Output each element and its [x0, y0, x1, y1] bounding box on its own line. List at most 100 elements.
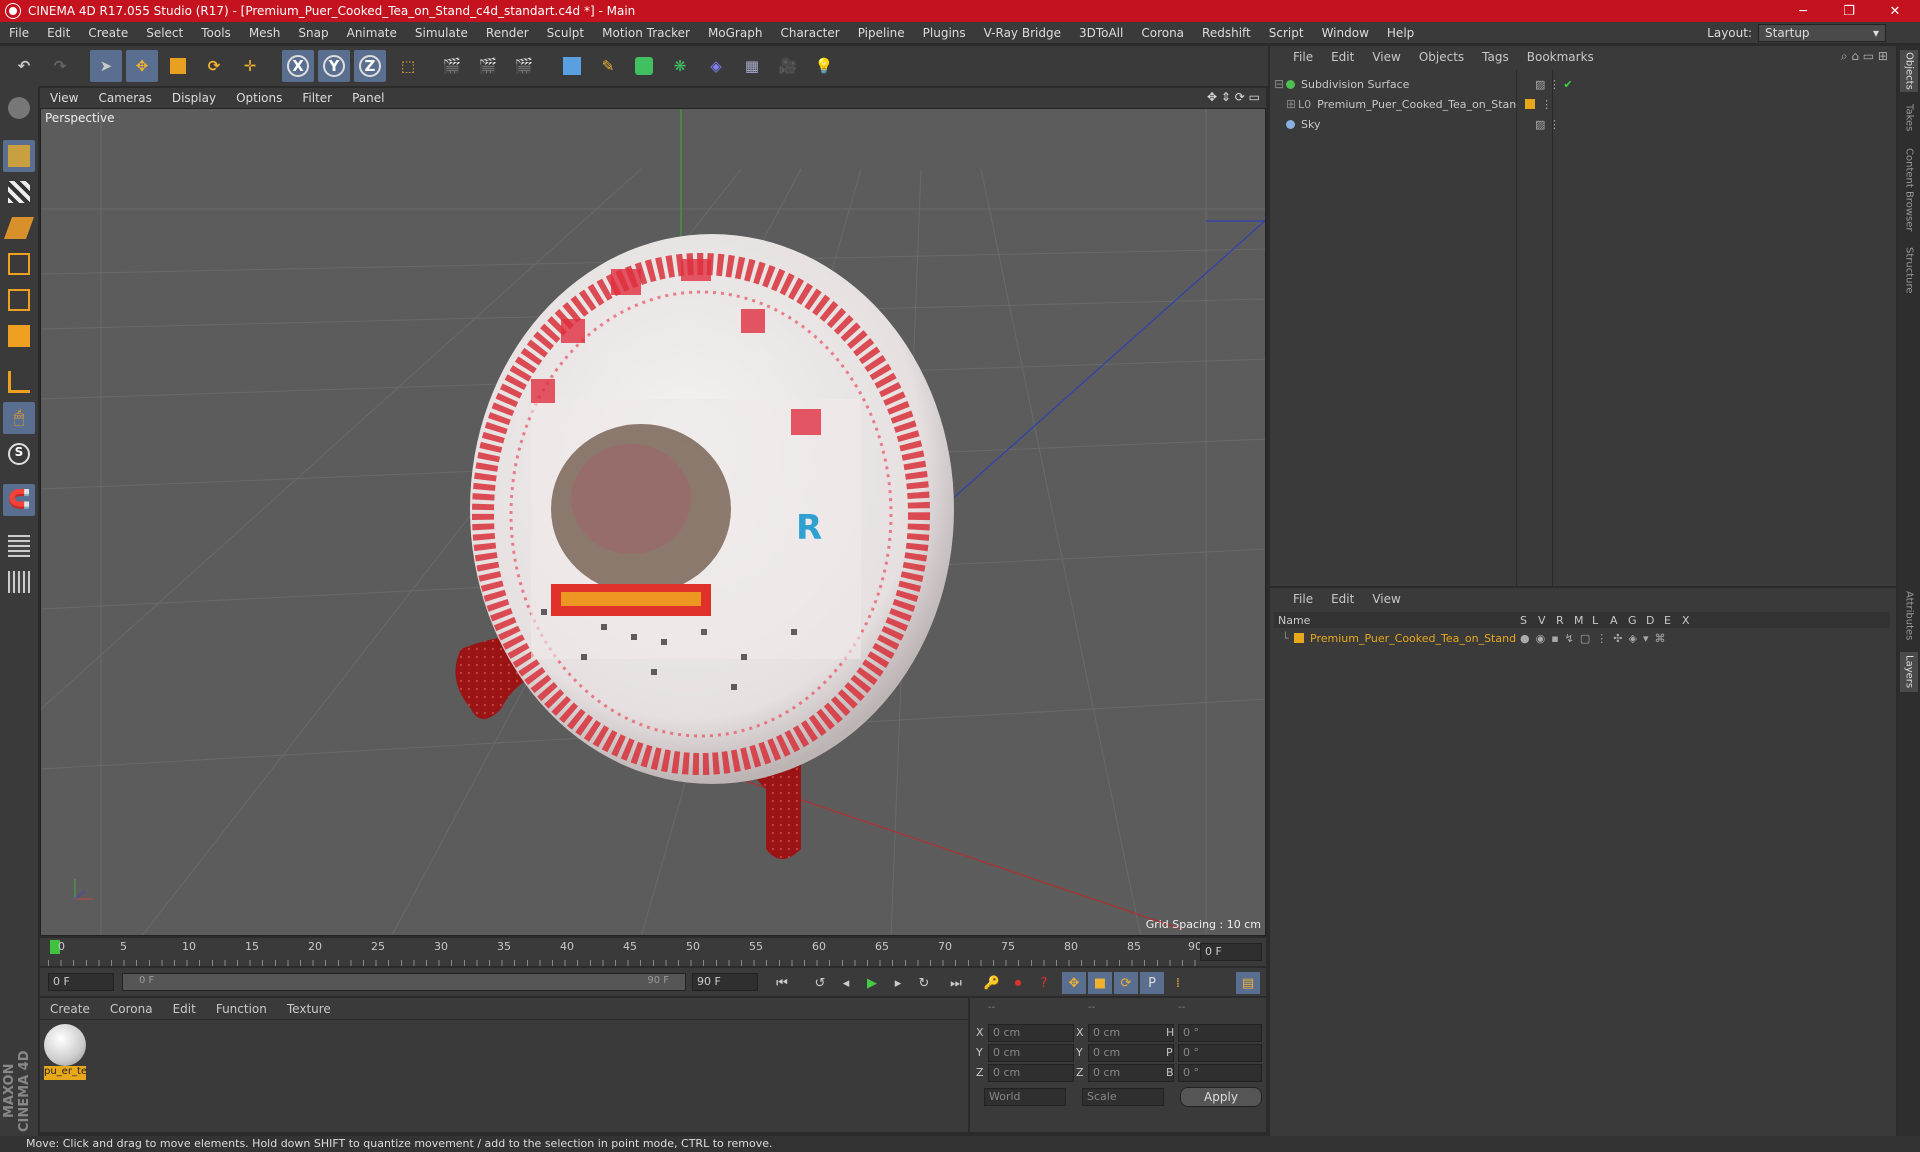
layer-color-swatch[interactable] [1294, 633, 1304, 643]
viewport-menu-display[interactable]: Display [162, 91, 226, 105]
subdivision-button[interactable] [628, 50, 660, 82]
light-button[interactable]: 💡 [808, 50, 840, 82]
menu-animate[interactable]: Animate [338, 26, 406, 40]
column-deformers[interactable]: D [1646, 614, 1664, 627]
size-x-field[interactable]: 0 cm [1088, 1024, 1174, 1042]
workplane-lock-button[interactable] [3, 530, 35, 562]
undo-button[interactable]: ↶ [8, 50, 40, 82]
y-axis-button[interactable]: Y [318, 50, 350, 82]
render-to-picture-viewer-button[interactable]: 🎬 [472, 50, 504, 82]
tab-objects[interactable]: Objects [1900, 50, 1918, 92]
layer-toggles[interactable]: ●◉▪↯▢⋮✣◈▾⌘ [1520, 632, 1671, 645]
previous-key-button[interactable]: ↺ [808, 972, 832, 994]
key-pla-button[interactable]: ⁞ [1166, 972, 1190, 994]
menu-create[interactable]: Create [79, 26, 137, 40]
object-flags[interactable]: ▨ ⋮ [1535, 118, 1560, 131]
material-menu-edit[interactable]: Edit [163, 1002, 206, 1016]
viewport-menu-panel[interactable]: Panel [342, 91, 394, 105]
menu-plugins[interactable]: Plugins [914, 26, 975, 40]
apply-button[interactable]: Apply [1180, 1087, 1262, 1107]
objects-menu-file[interactable]: File [1284, 50, 1322, 64]
live-selection-button[interactable]: ➤ [90, 50, 122, 82]
3d-viewport[interactable]: R Perspective Grid Spacing : 10 cm [40, 108, 1266, 936]
viewport-menu-filter[interactable]: Filter [292, 91, 342, 105]
tab-attributes[interactable]: Attributes [1900, 586, 1918, 646]
position-x-field[interactable]: 0 cm [988, 1024, 1074, 1042]
size-y-field[interactable]: 0 cm [1088, 1044, 1174, 1062]
rotation-b-field[interactable]: 0 ° [1178, 1064, 1262, 1082]
current-frame-field[interactable]: 0 F [1200, 943, 1262, 961]
z-axis-button[interactable]: Z [354, 50, 386, 82]
cloner-button[interactable]: ❋ [664, 50, 696, 82]
menu-simulate[interactable]: Simulate [406, 26, 477, 40]
menu-pipeline[interactable]: Pipeline [849, 26, 914, 40]
object-row[interactable]: Sky ▨ ⋮ [1274, 114, 1890, 134]
next-key-button[interactable]: ↻ [912, 972, 936, 994]
camera-button[interactable]: 🎥 [772, 50, 804, 82]
close-button[interactable]: ✕ [1872, 0, 1918, 22]
rotation-p-field[interactable]: 0 ° [1178, 1044, 1262, 1062]
pen-spline-button[interactable]: ✎ [592, 50, 624, 82]
layout-dropdown[interactable]: Startup ▾ [1758, 24, 1886, 42]
size-mode-dropdown[interactable]: Scale [1082, 1088, 1164, 1106]
layer-row[interactable]: └ Premium_Puer_Cooked_Tea_on_Stand ●◉▪↯▢… [1274, 630, 1890, 646]
previous-frame-button[interactable]: ◂ [834, 972, 858, 994]
material-menu-create[interactable]: Create [40, 1002, 100, 1016]
menu-edit[interactable]: Edit [38, 26, 79, 40]
position-z-field[interactable]: 0 cm [988, 1064, 1074, 1082]
object-flags[interactable]: ▨ ⋮ ✔ [1535, 78, 1573, 91]
menu-motion-tracker[interactable]: Motion Tracker [593, 26, 699, 40]
object-row[interactable]: ⊟ Subdivision Surface ▨ ⋮ ✔ [1274, 74, 1890, 94]
workplane-align-button[interactable] [3, 566, 35, 598]
key-icon[interactable]: 🔑 [980, 972, 1004, 994]
minimize-button[interactable]: ─ [1780, 0, 1826, 22]
menu-render[interactable]: Render [477, 26, 538, 40]
render-view-button[interactable]: 🎬 [436, 50, 468, 82]
coordinate-system-button[interactable]: ⬚ [392, 50, 424, 82]
layer-name[interactable]: Premium_Puer_Cooked_Tea_on_Stand [1310, 632, 1520, 645]
layers-menu-edit[interactable]: Edit [1322, 592, 1363, 606]
layers-menu-file[interactable]: File [1284, 592, 1322, 606]
menu-vray-bridge[interactable]: V-Ray Bridge [975, 26, 1070, 40]
menu-mesh[interactable]: Mesh [240, 26, 290, 40]
menu-script[interactable]: Script [1260, 26, 1313, 40]
tree-expander-icon[interactable]: ⊞ [1274, 97, 1298, 111]
size-z-field[interactable]: 0 cm [1088, 1064, 1174, 1082]
edges-mode-button[interactable] [3, 284, 35, 316]
column-generators[interactable]: G [1628, 614, 1646, 627]
autokey-button[interactable]: ? [1032, 972, 1056, 994]
object-name[interactable]: Premium_Puer_Cooked_Tea_on_Stand [1317, 98, 1517, 111]
start-frame-field[interactable]: 0 F [48, 973, 114, 991]
column-manager[interactable]: M [1574, 614, 1592, 627]
layers-menu-view[interactable]: View [1363, 592, 1409, 606]
redo-button[interactable]: ↷ [44, 50, 76, 82]
key-rotation-button[interactable]: ⟳ [1114, 972, 1138, 994]
material-menu-texture[interactable]: Texture [277, 1002, 341, 1016]
objects-menu-objects[interactable]: Objects [1410, 50, 1473, 64]
end-frame-field[interactable]: 90 F [692, 973, 758, 991]
coordinate-mode-dropdown[interactable]: World [984, 1088, 1066, 1106]
menu-mograph[interactable]: MoGraph [699, 26, 772, 40]
objects-menu-edit[interactable]: Edit [1322, 50, 1363, 64]
next-frame-button[interactable]: ▸ [886, 972, 910, 994]
menu-help[interactable]: Help [1378, 26, 1423, 40]
timeline-window-button[interactable]: ▤ [1236, 972, 1260, 994]
frame-range-slider[interactable]: 0 F 90 F [122, 973, 686, 991]
make-editable-button[interactable] [3, 92, 35, 124]
search-icon[interactable]: ⌕ ⌂ ▭ ⊞ [1841, 49, 1888, 64]
tab-structure[interactable]: Structure [1900, 242, 1918, 298]
play-button[interactable]: ▶ [860, 972, 884, 994]
viewport-menu-view[interactable]: View [40, 91, 88, 105]
menu-snap[interactable]: Snap [289, 26, 337, 40]
menu-redshift[interactable]: Redshift [1193, 26, 1260, 40]
object-row[interactable]: ⊞ L0 Premium_Puer_Cooked_Tea_on_Stand ⋮ [1274, 94, 1890, 114]
camera-label[interactable]: Perspective [45, 111, 115, 125]
workplane-mode-button[interactable] [3, 212, 35, 244]
move-tool-button[interactable]: ✥ [126, 50, 158, 82]
position-y-field[interactable]: 0 cm [988, 1044, 1074, 1062]
timeline[interactable]: 0 5 10 15 20 25 30 35 40 45 50 55 60 65 … [40, 938, 1266, 966]
object-name[interactable]: Sky [1301, 118, 1523, 131]
object-flags[interactable]: ⋮ [1541, 98, 1552, 111]
column-animation[interactable]: A [1610, 614, 1628, 627]
objects-menu-view[interactable]: View [1363, 50, 1409, 64]
